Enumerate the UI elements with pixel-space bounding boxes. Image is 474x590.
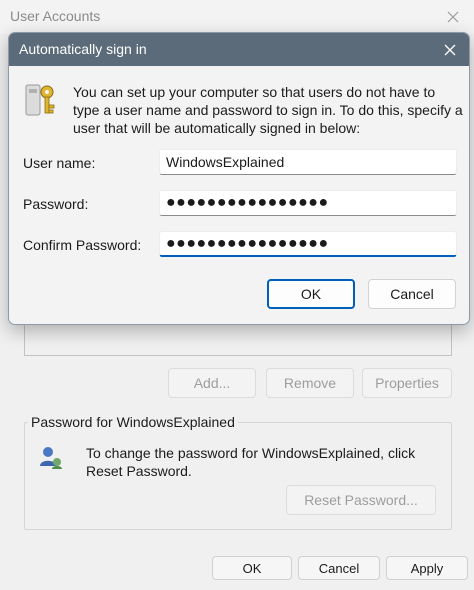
password-group-title: Password for WindowsExplained [28, 414, 238, 430]
auto-sign-in-dialog: Automatically sign in You can set up you… [8, 32, 470, 325]
ok-button[interactable]: OK [267, 279, 355, 309]
user-accounts-close-button[interactable] [440, 4, 466, 30]
confirm-password-label: Confirm Password: [23, 237, 142, 253]
dialog-title: Automatically sign in [19, 41, 147, 57]
password-label: Password: [23, 196, 89, 212]
user-icon [40, 447, 62, 469]
password-input[interactable]: ●●●●●●●●●●●●●●●● [159, 190, 457, 216]
username-input[interactable]: WindowsExplained [159, 149, 457, 175]
dialog-titlebar[interactable]: Automatically sign in [9, 33, 469, 66]
footer-ok-button[interactable]: OK [212, 556, 292, 580]
close-icon [447, 11, 459, 23]
dialog-close-button[interactable] [437, 37, 463, 63]
properties-button[interactable]: Properties [362, 368, 452, 398]
password-group-text: To change the password for WindowsExplai… [86, 445, 416, 479]
footer-cancel-button[interactable]: Cancel [298, 556, 380, 580]
confirm-password-input[interactable]: ●●●●●●●●●●●●●●●● [159, 231, 457, 257]
user-accounts-title: User Accounts [10, 8, 101, 24]
username-label: User name: [23, 155, 96, 171]
close-icon [444, 44, 456, 56]
add-user-button[interactable]: Add... [168, 368, 256, 398]
footer-apply-button[interactable]: Apply [386, 556, 468, 580]
footer-bar: OK Cancel Apply [0, 548, 474, 590]
reset-password-button[interactable]: Reset Password... [286, 485, 436, 515]
dialog-description: You can set up your computer so that use… [73, 84, 463, 136]
keys-icon [25, 84, 55, 116]
cancel-button[interactable]: Cancel [368, 279, 456, 309]
user-accounts-titlebar: User Accounts [0, 0, 474, 34]
remove-user-button[interactable]: Remove [266, 368, 354, 398]
